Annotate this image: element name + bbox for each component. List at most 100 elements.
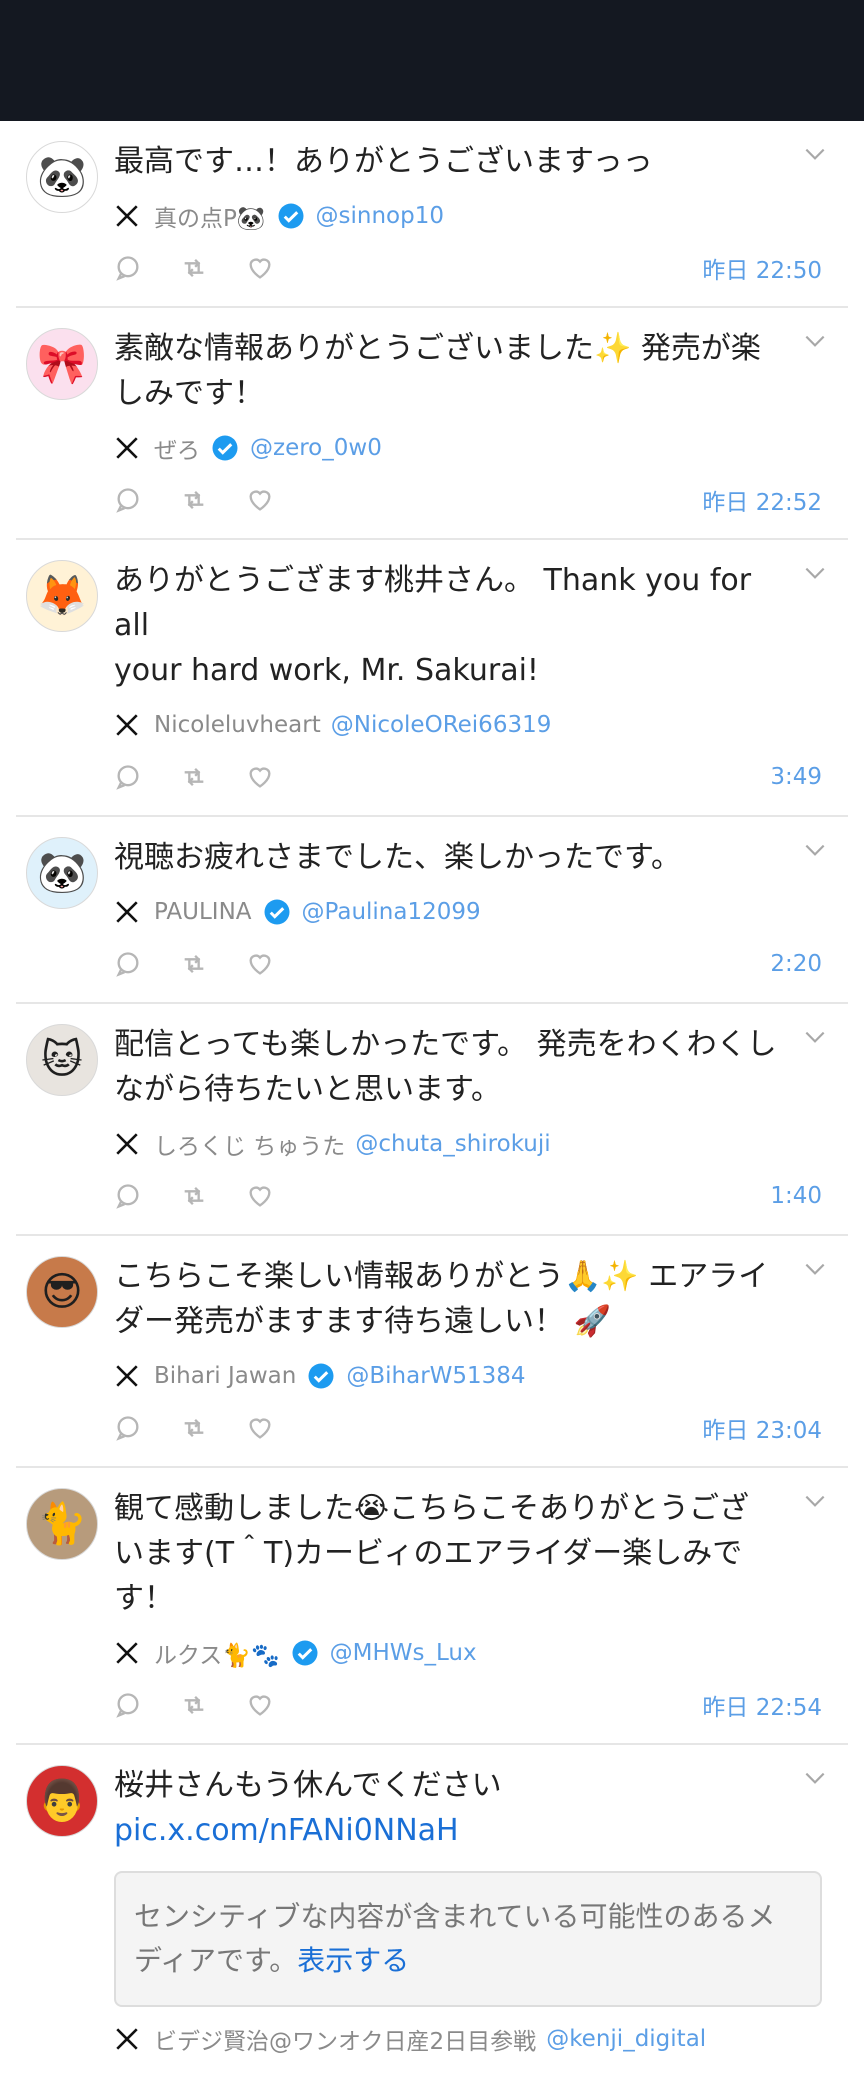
post-text: ありがとうござます桃井さん。 Thank you for all your ha… <box>114 563 752 688</box>
retweet-icon[interactable] <box>180 950 208 978</box>
author-handle[interactable]: @sinnop10 <box>316 203 444 229</box>
chevron-down-icon[interactable] <box>802 560 828 586</box>
post-text: こちらこそ楽しい情報ありがとう🙏✨ エアライ ダー発売がますます待ち遠しい！ 🚀 <box>114 1259 769 1339</box>
author-handle[interactable]: @zero_0w0 <box>250 435 382 461</box>
action-bar: 2:20 <box>114 946 822 982</box>
post-text: 桜井さんもう休んでください <box>114 1768 502 1803</box>
post-text: 最高です…！ありがとうございますっっ <box>114 144 653 179</box>
like-icon[interactable] <box>246 763 274 791</box>
reply-icon[interactable] <box>114 950 142 978</box>
author-name: Nicoleluvheart <box>154 712 321 738</box>
author-row[interactable]: Bihari Jawan @BiharW51384 <box>114 1356 822 1396</box>
like-icon[interactable] <box>246 1182 274 1210</box>
post-item[interactable]: 🎀 素敵な情報ありがとうございました✨ 発売が楽 しみです！ ぜろ @zero_… <box>16 308 848 540</box>
reply-icon[interactable] <box>114 1414 142 1442</box>
retweet-icon[interactable] <box>180 254 208 282</box>
action-bar: 昨日 23:04 <box>114 1410 822 1446</box>
avatar[interactable]: 🐼 <box>26 837 98 909</box>
chevron-down-icon[interactable] <box>802 1765 828 1791</box>
author-row[interactable]: ルクス🐈🐾 @MHWs_Lux <box>114 1633 822 1673</box>
post-item[interactable]: 👨 桜井さんもう休んでください pic.x.com/nFANi0NNaH センシ… <box>16 1745 848 2079</box>
author-name: しろくじ ちゅうた <box>154 1134 346 1160</box>
post-text: 観て感動しました😭こちらこそありがとうござ います(T＾T)カービィのエアライダ… <box>114 1491 750 1616</box>
author-name: ルクス🐈🐾 <box>154 1643 280 1669</box>
reply-icon[interactable] <box>114 254 142 282</box>
reply-icon[interactable] <box>114 1691 142 1719</box>
like-icon[interactable] <box>246 1414 274 1442</box>
author-row[interactable]: ビデジ賢治@ワンオク日産2日目参戦 @kenji_digital <box>114 2019 822 2059</box>
post-timestamp[interactable]: 3:49 <box>770 764 822 790</box>
avatar[interactable]: 🦊 <box>26 560 98 632</box>
author-name: ぜろ <box>154 438 200 464</box>
author-handle[interactable]: @MHWs_Lux <box>330 1640 477 1666</box>
author-name: PAULINA <box>154 899 252 925</box>
chevron-down-icon[interactable] <box>802 328 828 354</box>
chevron-down-icon[interactable] <box>802 1256 828 1282</box>
retweet-icon[interactable] <box>180 486 208 514</box>
x-logo-icon <box>116 901 138 923</box>
retweet-icon[interactable] <box>180 763 208 791</box>
post-timestamp[interactable]: 昨日 22:52 <box>702 483 822 517</box>
like-icon[interactable] <box>246 254 274 282</box>
author-name: 真の点P🐼 <box>154 206 266 232</box>
retweet-icon[interactable] <box>180 1414 208 1442</box>
verified-badge-icon <box>212 435 238 461</box>
post-item[interactable]: 🐼 視聴お疲れさまでした、楽しかったです。 PAULINA @Paulina12… <box>16 817 848 1004</box>
author-row[interactable]: ぜろ @zero_0w0 <box>114 428 822 468</box>
avatar[interactable]: 😎 <box>26 1256 98 1328</box>
retweet-icon[interactable] <box>180 1691 208 1719</box>
avatar[interactable]: 🎀 <box>26 328 98 400</box>
like-icon[interactable] <box>246 1691 274 1719</box>
chevron-down-icon[interactable] <box>802 837 828 863</box>
verified-badge-icon <box>264 899 290 925</box>
chevron-down-icon[interactable] <box>802 1024 828 1050</box>
verified-badge-icon <box>308 1363 334 1389</box>
post-text: 素敵な情報ありがとうございました✨ 発売が楽 しみです！ <box>114 331 761 411</box>
x-logo-icon <box>116 1642 138 1664</box>
reply-icon[interactable] <box>114 486 142 514</box>
action-bar: 昨日 22:50 <box>114 250 822 286</box>
post-timestamp[interactable]: 昨日 22:50 <box>702 251 822 285</box>
author-handle[interactable]: @kenji_digital <box>546 2026 706 2052</box>
avatar[interactable]: 🐼 <box>26 141 98 213</box>
x-logo-icon <box>116 1365 138 1387</box>
retweet-icon[interactable] <box>180 1182 208 1210</box>
verified-badge-icon <box>292 1640 318 1666</box>
x-logo-icon <box>116 437 138 459</box>
reply-icon[interactable] <box>114 1182 142 1210</box>
x-logo-icon <box>116 1133 138 1155</box>
author-handle[interactable]: @NicoleORei66319 <box>331 712 552 738</box>
like-icon[interactable] <box>246 486 274 514</box>
post-item[interactable]: 🐱 配信とっても楽しかったです。 発売をわくわくし ながら待ちたいと思います。 … <box>16 1004 848 1236</box>
post-item[interactable]: 🐈 観て感動しました😭こちらこそありがとうござ います(T＾T)カービィのエアラ… <box>16 1468 848 1745</box>
post-timestamp[interactable]: 昨日 22:54 <box>702 1688 822 1722</box>
post-item[interactable]: 🐼 最高です…！ありがとうございますっっ 真の点P🐼 @sinnop10 昨日 … <box>16 121 848 308</box>
avatar[interactable]: 🐈 <box>26 1488 98 1560</box>
like-icon[interactable] <box>246 950 274 978</box>
action-bar: 1:40 <box>114 1178 822 1214</box>
avatar[interactable]: 👨 <box>26 1765 98 1837</box>
media-link[interactable]: pic.x.com/nFANi0NNaH <box>114 1808 822 1853</box>
author-row[interactable]: しろくじ ちゅうた @chuta_shirokuji <box>114 1124 822 1164</box>
chevron-down-icon[interactable] <box>802 1488 828 1514</box>
author-handle[interactable]: @Paulina12099 <box>302 899 481 925</box>
chevron-down-icon[interactable] <box>802 141 828 167</box>
author-handle[interactable]: @BiharW51384 <box>346 1363 525 1389</box>
show-media-button[interactable]: 表示する <box>297 1944 409 1977</box>
action-bar: 昨日 22:52 <box>114 482 822 518</box>
author-row[interactable]: PAULINA @Paulina12099 <box>114 892 822 932</box>
post-item[interactable]: 😎 こちらこそ楽しい情報ありがとう🙏✨ エアライ ダー発売がますます待ち遠しい！… <box>16 1236 848 1468</box>
reply-icon[interactable] <box>114 763 142 791</box>
avatar[interactable]: 🐱 <box>26 1024 98 1096</box>
author-row[interactable]: 真の点P🐼 @sinnop10 <box>114 196 822 236</box>
post-item[interactable]: 🦊 ありがとうござます桃井さん。 Thank you for all your … <box>16 540 848 817</box>
post-text: 視聴お疲れさまでした、楽しかったです。 <box>114 840 681 875</box>
author-row[interactable]: Nicoleluvheart @NicoleORei66319 <box>114 705 822 745</box>
author-name: ビデジ賢治@ワンオク日産2日目参戦 <box>154 2029 537 2055</box>
post-timestamp[interactable]: 2:20 <box>770 951 822 977</box>
post-timestamp[interactable]: 昨日 23:04 <box>702 1411 822 1445</box>
author-name: Bihari Jawan <box>154 1363 297 1389</box>
post-timestamp[interactable]: 1:40 <box>770 1183 822 1209</box>
verified-badge-icon <box>278 203 304 229</box>
author-handle[interactable]: @chuta_shirokuji <box>355 1131 550 1157</box>
